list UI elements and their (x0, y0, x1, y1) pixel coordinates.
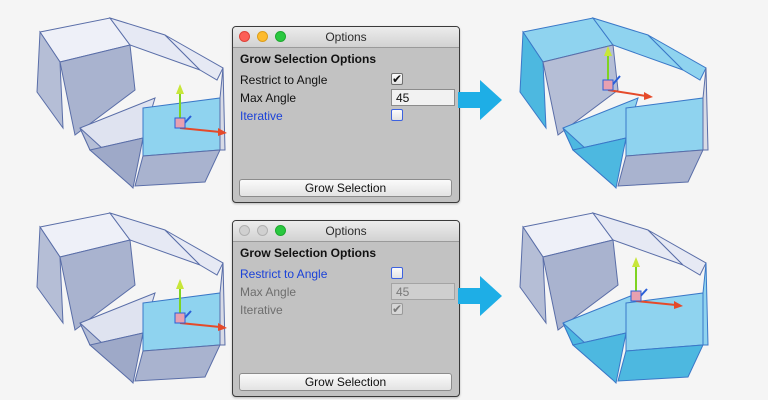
arrow-right-icon (458, 276, 502, 316)
iterative-row: Iterative ✔ (240, 301, 451, 319)
window-titlebar[interactable]: Options (233, 27, 459, 48)
max-angle-label: Max Angle (240, 285, 297, 299)
restrict-to-angle-checkbox[interactable]: ✔ (391, 73, 403, 85)
restrict-to-angle-checkbox[interactable] (391, 267, 403, 279)
max-angle-label: Max Angle (240, 91, 297, 105)
iterative-checkbox[interactable] (391, 109, 403, 121)
max-angle-input[interactable]: 45 (391, 283, 455, 300)
window-title: Options (325, 30, 367, 44)
options-heading: Grow Selection Options (240, 52, 377, 66)
restrict-to-angle-label: Restrict to Angle (240, 73, 328, 87)
window-titlebar[interactable]: Options (233, 221, 459, 242)
arrow-right-icon (458, 80, 502, 120)
mesh-after-bottom (508, 205, 728, 385)
restrict-to-angle-row: Restrict to Angle ✔ (240, 71, 451, 89)
restrict-to-angle-label: Restrict to Angle (240, 267, 328, 281)
grow-selection-button[interactable]: Grow Selection (239, 179, 452, 197)
max-angle-row: Max Angle 45 (240, 283, 455, 301)
max-angle-input[interactable]: 45 (391, 89, 455, 106)
mesh-before-top (15, 10, 235, 190)
options-heading: Grow Selection Options (240, 246, 377, 260)
max-angle-row: Max Angle 45 (240, 89, 455, 107)
iterative-row: Iterative (240, 107, 451, 125)
grow-selection-options-window: Options Grow Selection Options Restrict … (232, 220, 460, 397)
iterative-label: Iterative (240, 109, 283, 123)
window-title: Options (325, 224, 367, 238)
restrict-to-angle-row: Restrict to Angle (240, 265, 451, 283)
grow-selection-button[interactable]: Grow Selection (239, 373, 452, 391)
iterative-label: Iterative (240, 303, 283, 317)
mesh-before-bottom (15, 205, 235, 385)
grow-selection-options-window: Options Grow Selection Options Restrict … (232, 26, 460, 203)
mesh-after-top (508, 10, 728, 190)
iterative-checkbox[interactable]: ✔ (391, 303, 403, 315)
